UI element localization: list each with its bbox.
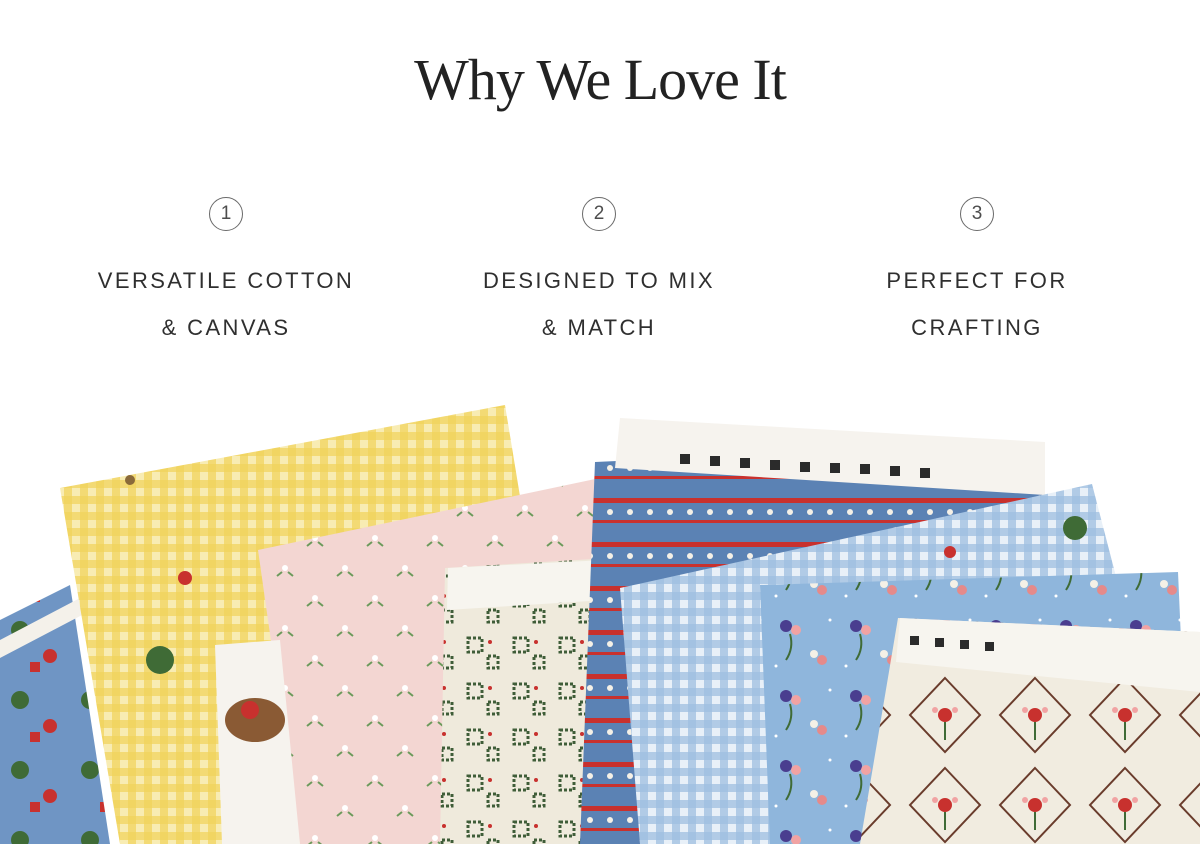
number-1-badge: 1 xyxy=(209,197,243,231)
feature-3-line-2: CRAFTING xyxy=(911,315,1043,340)
feature-1-line-2: & CANVAS xyxy=(161,315,291,340)
number-2-badge: 2 xyxy=(582,197,616,231)
feature-1-line-1: VERSATILE COTTON xyxy=(97,268,355,293)
feature-1-label: VERSATILE COTTON & CANVAS xyxy=(46,257,406,351)
feature-2-label: DESIGNED TO MIX & MATCH xyxy=(419,257,779,351)
feature-3: 3 PERFECT FOR CRAFTING xyxy=(797,197,1157,351)
fabric-stack-photo xyxy=(0,405,1200,844)
feature-3-label: PERFECT FOR CRAFTING xyxy=(797,257,1157,351)
feature-1: 1 VERSATILE COTTON & CANVAS xyxy=(46,197,406,351)
feature-2: 2 DESIGNED TO MIX & MATCH xyxy=(419,197,779,351)
feature-2-line-1: DESIGNED TO MIX xyxy=(482,268,715,293)
page-title: Why We Love It xyxy=(414,47,787,112)
number-3-badge: 3 xyxy=(960,197,994,231)
feature-3-line-1: PERFECT FOR xyxy=(886,268,1068,293)
feature-2-line-2: & MATCH xyxy=(541,315,657,340)
